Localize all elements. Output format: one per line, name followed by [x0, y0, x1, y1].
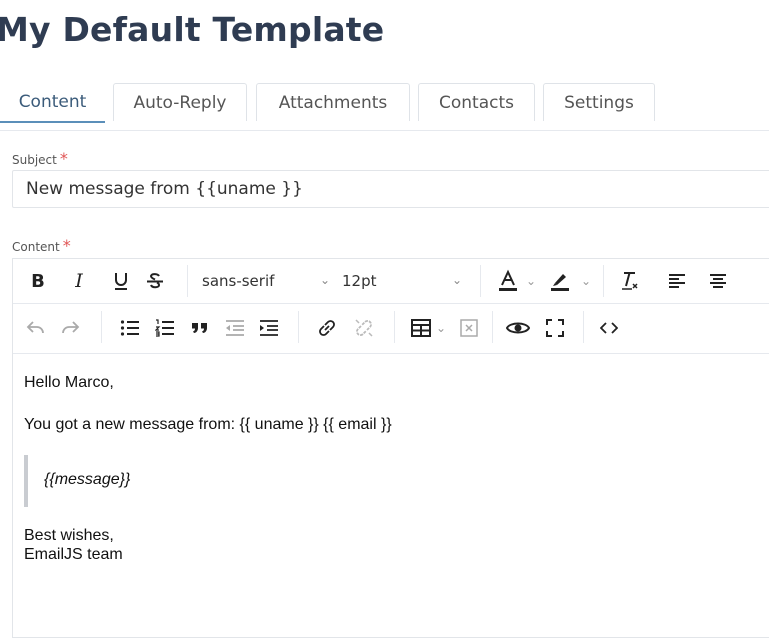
tab-attachments[interactable]: Attachments	[256, 83, 410, 121]
chevron-down-icon[interactable]: ⌄	[579, 272, 593, 290]
blockquote-bar	[24, 455, 34, 507]
highlight-color-icon[interactable]	[547, 268, 573, 294]
body-greeting: Hello Marco,	[24, 374, 114, 391]
tab-settings[interactable]: Settings	[543, 83, 655, 121]
fullscreen-icon[interactable]	[543, 316, 567, 340]
body-line: You got a new message from: {{ uname }} …	[24, 416, 392, 433]
font-family-select[interactable]: sans-serif ⌄	[202, 259, 342, 303]
table-icon[interactable]	[409, 316, 433, 340]
preview-icon[interactable]	[505, 316, 531, 340]
indent-icon[interactable]	[258, 317, 280, 339]
body-quote: {{message}}	[44, 471, 131, 488]
underline-icon[interactable]	[110, 270, 132, 292]
page-title: My Default Template	[0, 10, 385, 49]
align-center-icon[interactable]	[707, 271, 729, 291]
bullet-list-icon[interactable]	[119, 317, 141, 339]
font-family-value: sans-serif	[202, 272, 275, 290]
font-size-value: 12pt	[342, 272, 377, 290]
numbered-list-icon[interactable]	[154, 317, 176, 339]
chevron-down-icon[interactable]: ⌄	[524, 272, 538, 290]
blockquote-icon[interactable]	[189, 317, 211, 339]
unlink-icon[interactable]	[352, 316, 376, 340]
italic-icon[interactable]: I	[68, 270, 90, 292]
clear-formatting-icon[interactable]	[618, 269, 642, 293]
tab-contacts[interactable]: Contacts	[418, 83, 535, 121]
toolbar-separator	[101, 311, 102, 343]
content-label: Content *	[12, 236, 71, 255]
rich-text-editor: B I sans-serif ⌄ 12pt ⌄ ⌄ ⌄ ⌄ Hello Marc…	[12, 258, 769, 638]
subject-label: Subject *	[12, 149, 68, 168]
bold-icon[interactable]: B	[27, 270, 49, 292]
body-signature: EmailJS team	[24, 546, 123, 563]
source-code-icon[interactable]	[597, 316, 621, 340]
tab-content[interactable]: Content	[0, 83, 105, 123]
chevron-down-icon: ⌄	[452, 273, 463, 287]
link-icon[interactable]	[315, 316, 339, 340]
body-signoff: Best wishes,	[24, 527, 114, 544]
text-color-icon[interactable]	[495, 268, 521, 294]
chevron-down-icon: ⌄	[320, 273, 331, 287]
toolbar-separator	[187, 265, 188, 297]
toolbar-separator	[480, 265, 481, 297]
toolbar-separator	[603, 265, 604, 297]
toolbar-separator	[492, 311, 493, 343]
required-mark: *	[59, 149, 68, 168]
font-size-select[interactable]: 12pt ⌄	[342, 259, 472, 303]
tab-bar: Content Auto-Reply Attachments Contacts …	[0, 83, 769, 131]
redo-icon[interactable]	[59, 317, 81, 339]
toolbar-separator	[394, 311, 395, 343]
required-mark: *	[62, 236, 71, 255]
strikethrough-icon[interactable]	[144, 270, 166, 292]
tab-auto-reply[interactable]: Auto-Reply	[113, 83, 247, 121]
undo-icon[interactable]	[25, 317, 47, 339]
toolbar-row-2: ⌄	[13, 303, 769, 354]
toolbar-separator	[583, 311, 584, 343]
delete-table-icon[interactable]	[457, 316, 481, 340]
align-left-icon[interactable]	[666, 271, 688, 291]
toolbar-separator	[298, 311, 299, 343]
subject-input[interactable]	[12, 170, 769, 208]
outdent-icon[interactable]	[224, 317, 246, 339]
toolbar-row-1: B I sans-serif ⌄ 12pt ⌄ ⌄ ⌄	[13, 259, 769, 304]
chevron-down-icon[interactable]: ⌄	[434, 319, 448, 337]
